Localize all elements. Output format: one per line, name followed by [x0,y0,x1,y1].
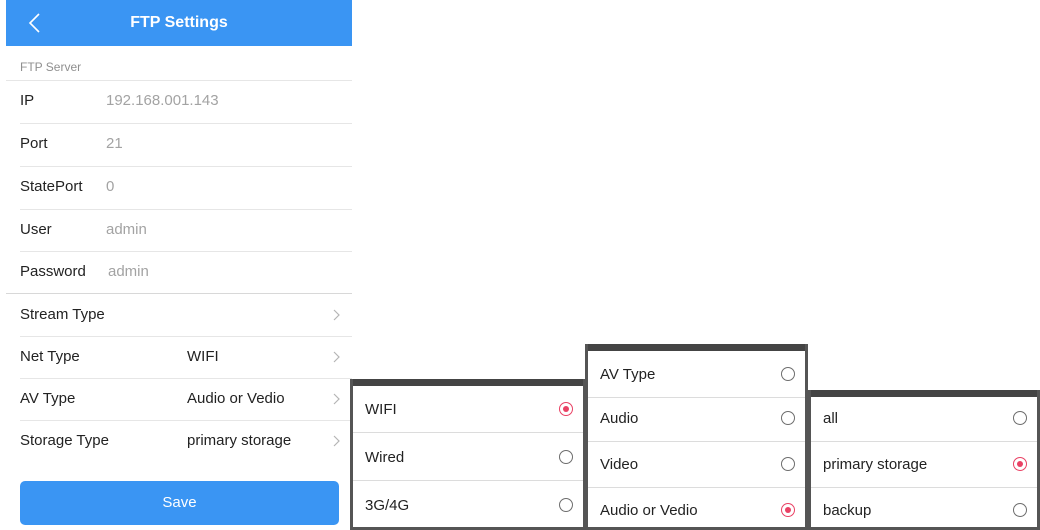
user-value[interactable]: admin [106,221,147,238]
option-primary-storage[interactable]: primary storage [811,441,1037,488]
chevron-right-icon [333,435,340,447]
radio-unselected-icon[interactable] [1013,411,1027,425]
option-label: Audio or Vedio [600,502,698,519]
port-field[interactable]: Port 21 [20,123,350,165]
chevron-right-icon [333,351,340,363]
chevron-right-icon [333,309,340,321]
radio-unselected-icon[interactable] [781,367,795,381]
stateport-field[interactable]: StatePort 0 [20,166,350,208]
field-label: StatePort [20,178,83,195]
option-label: backup [823,502,872,519]
radio-unselected-icon[interactable] [559,498,573,512]
popup-top-edge [588,344,805,351]
selector-value: primary storage [187,432,292,449]
port-value[interactable]: 21 [106,135,123,152]
option-label: Video [600,456,639,473]
radio-selected-icon[interactable] [1013,457,1027,471]
option-audio[interactable]: Audio [588,395,805,442]
user-field[interactable]: User admin [20,209,350,251]
ip-value[interactable]: 192.168.001.143 [106,92,219,109]
option-backup[interactable]: backup [811,487,1037,530]
option-label: Wired [365,449,405,466]
chevron-right-icon [333,393,340,405]
option-wired[interactable]: Wired [353,434,583,481]
storage-type-popup: all primary storage backup [808,390,1040,530]
password-field[interactable]: Password admin [20,251,350,293]
option-wifi[interactable]: WIFI [353,386,583,433]
selector-label: Stream Type [20,306,105,323]
option-video[interactable]: Video [588,441,805,488]
section-label-ftp-server: FTP Server [20,60,82,74]
radio-selected-icon[interactable] [781,503,795,517]
save-button[interactable]: Save [20,481,339,525]
option-label: 3G/4G [365,497,410,514]
net-type-popup: WIFI Wired 3G/4G [350,379,586,530]
ip-field[interactable]: IP 192.168.001.143 [20,80,350,122]
option-label: primary storage [823,456,928,473]
radio-unselected-icon[interactable] [1013,503,1027,517]
popup-top-edge [353,379,583,386]
field-label: User [20,221,52,238]
av-type-popup: AV Type Audio Video Audio or Vedio [585,344,808,530]
option-audio-or-video[interactable]: Audio or Vedio [588,487,805,530]
option-label: all [823,410,839,427]
radio-unselected-icon[interactable] [781,411,795,425]
option-av-type[interactable]: AV Type [588,351,805,398]
radio-selected-icon[interactable] [559,402,573,416]
field-label: Port [20,135,48,152]
option-label: WIFI [365,401,397,418]
av-type-selector[interactable]: AV Type Audio or Vedio [20,378,350,420]
password-value[interactable]: admin [108,263,149,280]
ftp-settings-screen: FTP Settings FTP Server IP 192.168.001.1… [0,0,356,530]
app-header: FTP Settings [6,0,352,46]
option-label: Audio [600,410,639,427]
field-label: Password [20,263,86,280]
option-label: AV Type [600,366,656,383]
stream-type-selector[interactable]: Stream Type [20,294,350,336]
storage-type-selector[interactable]: Storage Type primary storage [20,420,350,462]
selector-label: Net Type [20,348,80,365]
radio-unselected-icon[interactable] [559,450,573,464]
stateport-value[interactable]: 0 [106,178,114,195]
net-type-selector[interactable]: Net Type WIFI [20,336,350,378]
selector-label: AV Type [20,390,76,407]
option-3g4g[interactable]: 3G/4G [353,482,583,529]
option-all[interactable]: all [811,395,1037,442]
selector-value: Audio or Vedio [187,390,285,407]
selector-value: WIFI [187,348,219,365]
field-label: IP [20,92,35,109]
page-title: FTP Settings [130,14,228,31]
selector-label: Storage Type [20,432,109,449]
radio-unselected-icon[interactable] [781,457,795,471]
